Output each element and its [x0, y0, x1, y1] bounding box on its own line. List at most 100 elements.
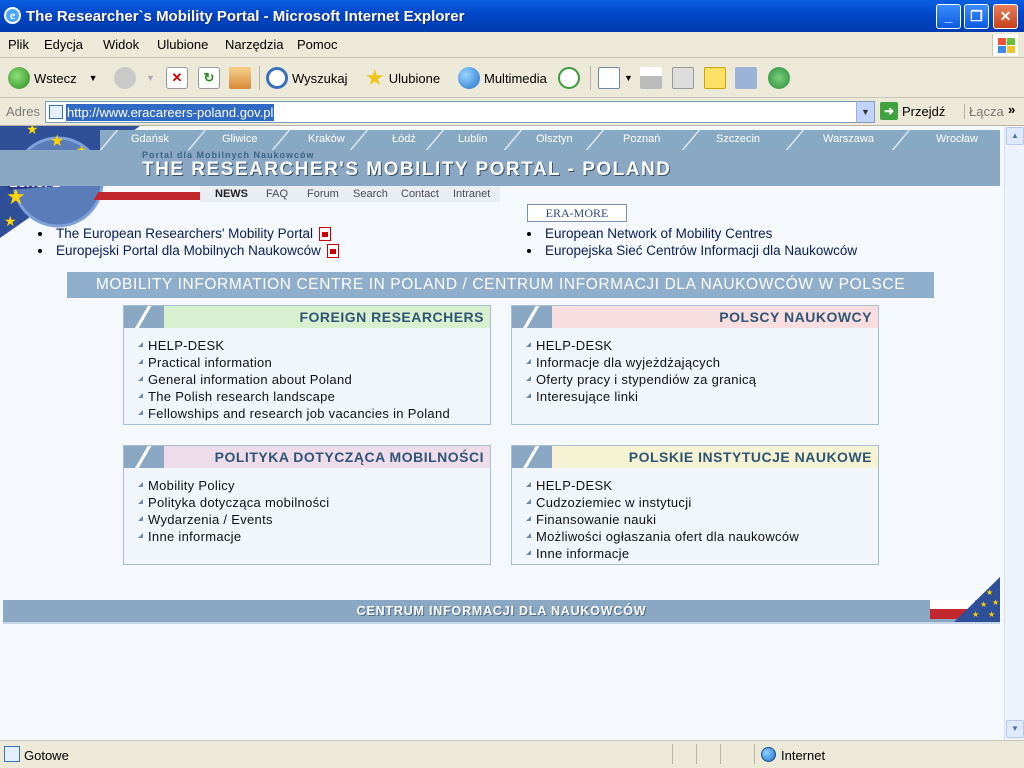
menu-view[interactable]: Widok [103, 37, 139, 52]
card-link[interactable]: HELP-DESK [526, 478, 878, 493]
svg-text:★: ★ [986, 588, 993, 597]
mail-button[interactable]: ▼ [598, 66, 633, 90]
card-link[interactable]: Cudzoziemiec w instytucji [526, 495, 878, 510]
address-field[interactable]: http://www.eracareers-poland.gov.pl ▼ [45, 101, 875, 123]
link-europejski-portal-label[interactable]: Europejski Portal dla Mobilnych Naukowcó… [56, 243, 321, 258]
link-network-mobility[interactable]: European Network of Mobility Centres [527, 226, 772, 241]
discuss-button[interactable] [704, 66, 726, 90]
bullet [38, 231, 42, 236]
scroll-down-icon[interactable]: ▼ [1006, 720, 1024, 738]
banner-title: THE RESEARCHER'S MOBILITY PORTAL - POLAN… [142, 159, 672, 180]
card-link[interactable]: Mobility Policy [138, 478, 490, 493]
bullet [38, 248, 42, 253]
nav-search[interactable]: Search [353, 188, 388, 200]
city-link-wroclaw[interactable]: Wrocław [936, 133, 978, 145]
media-globe-icon [458, 67, 480, 89]
messenger-button[interactable] [768, 66, 790, 90]
address-dropdown-icon[interactable]: ▼ [856, 102, 874, 122]
research-button[interactable] [735, 66, 757, 90]
page-viewport: ★ ★ ★ ★ ★ ★ EUROPE Gdańsk Gliwice Kraków… [0, 126, 1004, 740]
bullet [527, 248, 531, 253]
card-title: POLITYKA DOTYCZĄCA MOBILNOŚCI [214, 449, 484, 465]
card-link[interactable]: Polityka dotycząca mobilności [138, 495, 490, 510]
minimize-button[interactable]: _ [936, 4, 961, 29]
status-bar: Gotowe Internet [0, 740, 1024, 768]
card-link[interactable]: Możliwości ogłaszania ofert dla naukowcó… [526, 529, 878, 544]
city-link-lublin[interactable]: Lublin [458, 133, 487, 145]
nav-intranet[interactable]: Intranet [453, 188, 490, 200]
menu-help[interactable]: Pomoc [297, 37, 337, 52]
history-button[interactable] [558, 66, 580, 90]
link-european-portal[interactable]: The European Researchers' Mobility Porta… [38, 226, 331, 241]
menu-favorites[interactable]: Ulubione [157, 37, 208, 52]
vertical-scrollbar[interactable]: ▲ ▼ [1004, 126, 1024, 740]
era-more-logo[interactable]: ERA-MORE [527, 204, 627, 222]
refresh-button[interactable]: ↻ [198, 66, 220, 90]
card-link[interactable]: Oferty pracy i stypendiów za granicą [526, 372, 878, 387]
city-link-gliwice[interactable]: Gliwice [222, 133, 257, 145]
sub-navigation: NEWS FAQ Forum Search Contact Intranet [200, 186, 500, 202]
maximize-button[interactable]: ❐ [964, 4, 989, 29]
card-link[interactable]: Interesujące linki [526, 389, 878, 404]
home-button[interactable] [229, 66, 251, 90]
link-network-mobility-label[interactable]: European Network of Mobility Centres [545, 226, 772, 241]
card-link[interactable]: The Polish research landscape [138, 389, 490, 404]
back-dropdown-icon[interactable]: ▼ [89, 73, 98, 83]
edit-icon [672, 67, 694, 89]
go-button[interactable]: ➜ Przejdź [880, 102, 945, 120]
city-link-poznan[interactable]: Poznań [623, 133, 660, 145]
media-button[interactable]: Multimedia [458, 66, 547, 90]
nav-news[interactable]: NEWS [215, 188, 248, 200]
card-link[interactable]: Inne informacje [526, 546, 878, 561]
windows-logo-icon [992, 34, 1018, 56]
nav-forum[interactable]: Forum [307, 188, 339, 200]
scroll-up-icon[interactable]: ▲ [1006, 127, 1024, 145]
card-title: FOREIGN RESEARCHERS [299, 309, 484, 325]
edit-button[interactable] [672, 66, 694, 90]
media-label: Multimedia [484, 70, 547, 86]
card-link[interactable]: Fellowships and research job vacancies i… [138, 406, 490, 421]
link-european-portal-label[interactable]: The European Researchers' Mobility Porta… [56, 226, 313, 241]
card-link[interactable]: HELP-DESK [526, 338, 878, 353]
pl-eu-flag-icon: ★ ★ ★ ★ ★ [930, 577, 1000, 622]
menu-file[interactable]: Plik [8, 37, 29, 52]
link-siec-centrow-label[interactable]: Europejska Sieć Centrów Informacji dla N… [545, 243, 857, 258]
city-link-szczecin[interactable]: Szczecin [716, 133, 760, 145]
menu-tools[interactable]: Narzędzia [225, 37, 284, 52]
city-link-warszawa[interactable]: Warszawa [823, 133, 874, 145]
close-button[interactable]: ✕ [993, 4, 1018, 29]
card-link[interactable]: HELP-DESK [138, 338, 490, 353]
nav-contact[interactable]: Contact [401, 188, 439, 200]
link-europejski-portal[interactable]: Europejski Portal dla Mobilnych Naukowcó… [38, 243, 339, 258]
page-status-icon [4, 746, 20, 762]
favorites-button[interactable]: ★ Ulubione [365, 66, 440, 90]
link-siec-centrow[interactable]: Europejska Sieć Centrów Informacji dla N… [527, 243, 857, 258]
back-button[interactable]: Wstecz ▼ [8, 66, 98, 90]
window-title: The Researcher`s Mobility Portal - Micro… [26, 8, 465, 25]
city-link-krakow[interactable]: Kraków [308, 133, 345, 145]
nav-faq[interactable]: FAQ [266, 188, 288, 200]
address-url[interactable]: http://www.eracareers-poland.gov.pl [66, 104, 275, 121]
city-link-gdansk[interactable]: Gdańsk [131, 133, 169, 145]
city-link-olsztyn[interactable]: Olsztyn [536, 133, 573, 145]
print-button[interactable] [640, 66, 662, 90]
card-link[interactable]: Wydarzenia / Events [138, 512, 490, 527]
note-icon [704, 67, 726, 89]
card-link[interactable]: Informacje dla wyjeżdżających [526, 355, 878, 370]
card-link[interactable]: Finansowanie nauki [526, 512, 878, 527]
links-toolbar[interactable]: Łącza [964, 104, 1004, 119]
favorites-label: Ulubione [388, 70, 441, 86]
pdf-icon[interactable] [318, 226, 331, 241]
card-link[interactable]: Practical information [138, 355, 490, 370]
city-link-lodz[interactable]: Łódź [392, 133, 416, 145]
card-link[interactable]: Inne informacje [138, 529, 490, 544]
toolbar-overflow-icon[interactable]: » [1008, 102, 1015, 117]
card-link[interactable]: General information about Poland [138, 372, 490, 387]
stop-button[interactable]: ✕ [166, 66, 188, 90]
address-label: Adres [6, 104, 40, 119]
security-zone: Internet [781, 748, 826, 763]
pdf-icon[interactable] [326, 243, 339, 258]
search-button[interactable]: Wyszukaj [266, 66, 348, 90]
forward-button[interactable]: ▼ [114, 66, 155, 90]
menu-edit[interactable]: Edycja [44, 37, 83, 52]
